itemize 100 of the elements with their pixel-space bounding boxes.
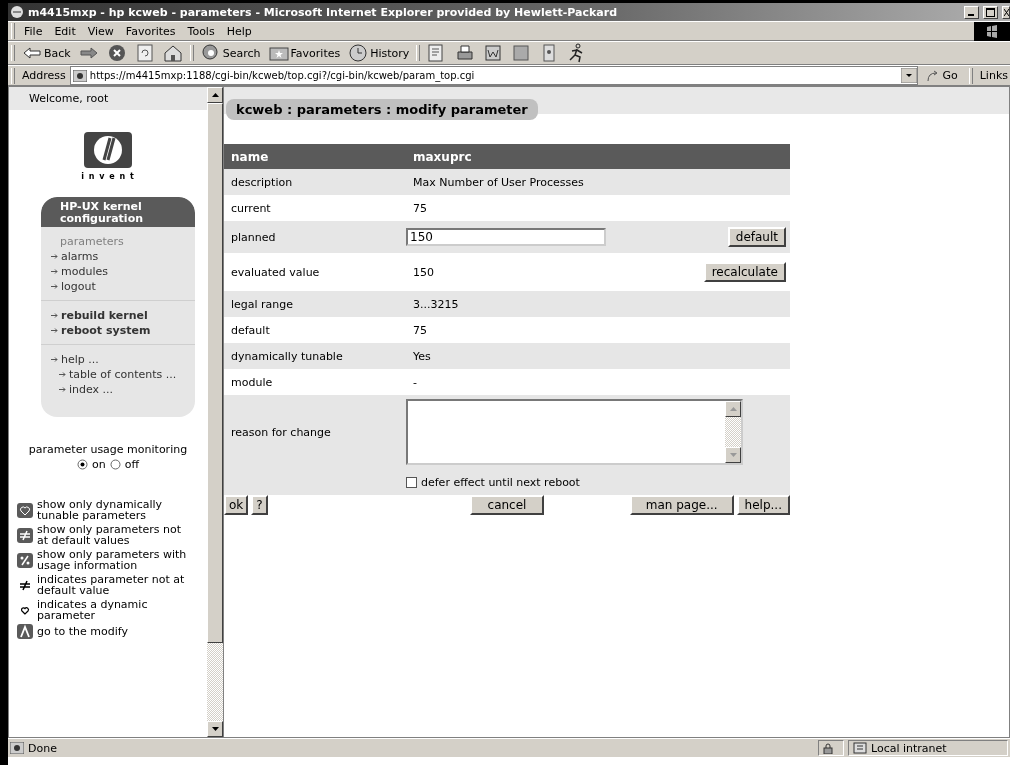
- page-icon: [72, 69, 87, 82]
- percent-filter-icon[interactable]: [17, 552, 33, 568]
- arrow-icon: [51, 312, 59, 319]
- scrollbar[interactable]: [207, 87, 224, 737]
- up-arrow-icon: [729, 407, 737, 411]
- nav-link[interactable]: help ...: [41, 352, 195, 367]
- down-arrow-icon: [211, 727, 219, 731]
- man-page-button[interactable]: man page...: [629, 495, 734, 515]
- toolbar-button[interactable]: History: [344, 43, 414, 63]
- radio-button[interactable]: [77, 459, 88, 470]
- checkbox[interactable]: [406, 476, 417, 488]
- minimize-button[interactable]: [964, 5, 979, 19]
- field-value: 75: [412, 201, 428, 215]
- field-label: reason for change: [230, 425, 332, 439]
- down-arrow-icon: [729, 453, 737, 457]
- status-text: Done: [28, 741, 58, 755]
- field-label: description: [230, 175, 294, 189]
- field-label: current: [230, 201, 272, 215]
- reason-textarea[interactable]: [406, 399, 743, 465]
- links-label[interactable]: Links: [979, 69, 1010, 82]
- help-button[interactable]: help...: [736, 495, 790, 515]
- menu-item[interactable]: Favorites: [119, 24, 182, 38]
- home-icon: [162, 43, 183, 63]
- welcome-text: Welcome, root: [9, 87, 207, 110]
- arrow-icon: [51, 253, 59, 260]
- column-header: maxuprc: [412, 149, 473, 164]
- field-value: 75: [412, 323, 428, 337]
- field-label: module: [230, 375, 274, 389]
- stop-icon: [106, 43, 127, 63]
- clock-icon: [348, 43, 369, 63]
- menu-item[interactable]: Tools: [181, 24, 221, 38]
- field-value: -: [412, 375, 418, 389]
- menu-item[interactable]: File: [18, 24, 49, 38]
- dropdown-arrow-icon[interactable]: [901, 68, 918, 83]
- field-label: default: [230, 323, 271, 337]
- radio-label: off: [124, 458, 139, 471]
- lock-icon: [823, 742, 833, 754]
- legend-text: show only dynamically tunable parameters: [37, 499, 164, 521]
- legend-text: go to the modify: [37, 626, 129, 637]
- nav-link[interactable]: alarms: [41, 249, 195, 264]
- help-button[interactable]: ?: [251, 495, 268, 515]
- nav-link[interactable]: reboot system: [41, 323, 195, 338]
- legend-text: indicates a dynamic parameter: [37, 599, 149, 621]
- ok-button[interactable]: ok: [224, 495, 249, 515]
- nav-panel-title: HP-UX kernel configuration: [41, 197, 195, 227]
- field-value: Yes: [412, 349, 432, 363]
- checkbox-label: defer effect until next reboot: [421, 475, 580, 489]
- printer-icon: [455, 43, 476, 63]
- close-button[interactable]: [1002, 5, 1010, 19]
- menu-item[interactable]: View: [81, 24, 120, 38]
- intranet-icon: [853, 742, 867, 754]
- field-value: Max Number of User Processes: [412, 175, 585, 189]
- arrow-icon: [51, 268, 59, 275]
- radio-label: on: [92, 458, 106, 471]
- legend-text: show only parameters not at default values: [37, 524, 182, 546]
- field-value: 150: [412, 265, 435, 279]
- refresh-icon: [134, 43, 155, 63]
- go-button[interactable]: Go: [922, 69, 962, 82]
- radio-button[interactable]: [109, 459, 121, 470]
- menu-item[interactable]: Help: [220, 24, 258, 38]
- legend-text: indicates parameter not at default value: [37, 574, 186, 596]
- arrow-icon: [59, 386, 67, 393]
- field-label: legal range: [230, 297, 295, 311]
- default-button[interactable]: default: [727, 227, 786, 247]
- nav-link[interactable]: logout: [41, 279, 195, 294]
- page-title: kcweb : parameters : modify parameter: [226, 99, 538, 120]
- toolbar-button[interactable]: Back: [18, 43, 75, 63]
- zone-text: Local intranet: [871, 741, 947, 755]
- logo-caption: i n v e n t: [81, 172, 135, 181]
- arrow-icon: [51, 283, 59, 290]
- maximize-button[interactable]: [983, 5, 998, 19]
- modify-icon[interactable]: [17, 624, 33, 639]
- recalculate-button[interactable]: recalculate: [703, 262, 786, 282]
- menu-item[interactable]: Edit: [48, 24, 82, 38]
- address-field[interactable]: https://m4415mxp:1188/cgi-bin/kcweb/top.cgi?/cgi-bin/kcweb/param_top.cgi: [69, 66, 919, 85]
- arrow-icon: [59, 371, 67, 378]
- field-value: 3...3215: [412, 297, 460, 311]
- field-label: dynamically tunable: [230, 349, 344, 363]
- nav-link[interactable]: table of contents ...: [41, 367, 195, 382]
- toolbar-button[interactable]: Favorites: [264, 43, 345, 63]
- legend-text: show only parameters with usage information: [37, 549, 187, 571]
- nav-link[interactable]: modules: [41, 264, 195, 279]
- window-title: m4415mxp - hp kcweb - parameters - Microsoft Internet Explorer provided by Hewlett-Packard: [28, 5, 618, 19]
- planned-input[interactable]: 150: [406, 228, 606, 246]
- arrow-icon: [51, 327, 59, 334]
- document-icon: [483, 43, 504, 63]
- address-label: Address: [22, 69, 66, 82]
- field-label: planned: [230, 230, 277, 244]
- not-equal-filter-icon[interactable]: [17, 527, 33, 543]
- field-label: evaluated value: [230, 265, 321, 279]
- monitoring-label: parameter usage monitoring: [27, 443, 189, 456]
- arrow-icon: [51, 356, 59, 363]
- nav-link[interactable]: rebuild kernel: [41, 308, 195, 323]
- up-arrow-icon: [211, 93, 219, 97]
- hp-logo: [84, 132, 132, 168]
- heart-filter-icon[interactable]: [17, 502, 33, 518]
- nav-link[interactable]: index ...: [41, 382, 195, 397]
- column-header: name: [230, 149, 270, 164]
- cancel-button[interactable]: cancel: [469, 495, 545, 515]
- toolbar-button[interactable]: Search: [196, 43, 265, 63]
